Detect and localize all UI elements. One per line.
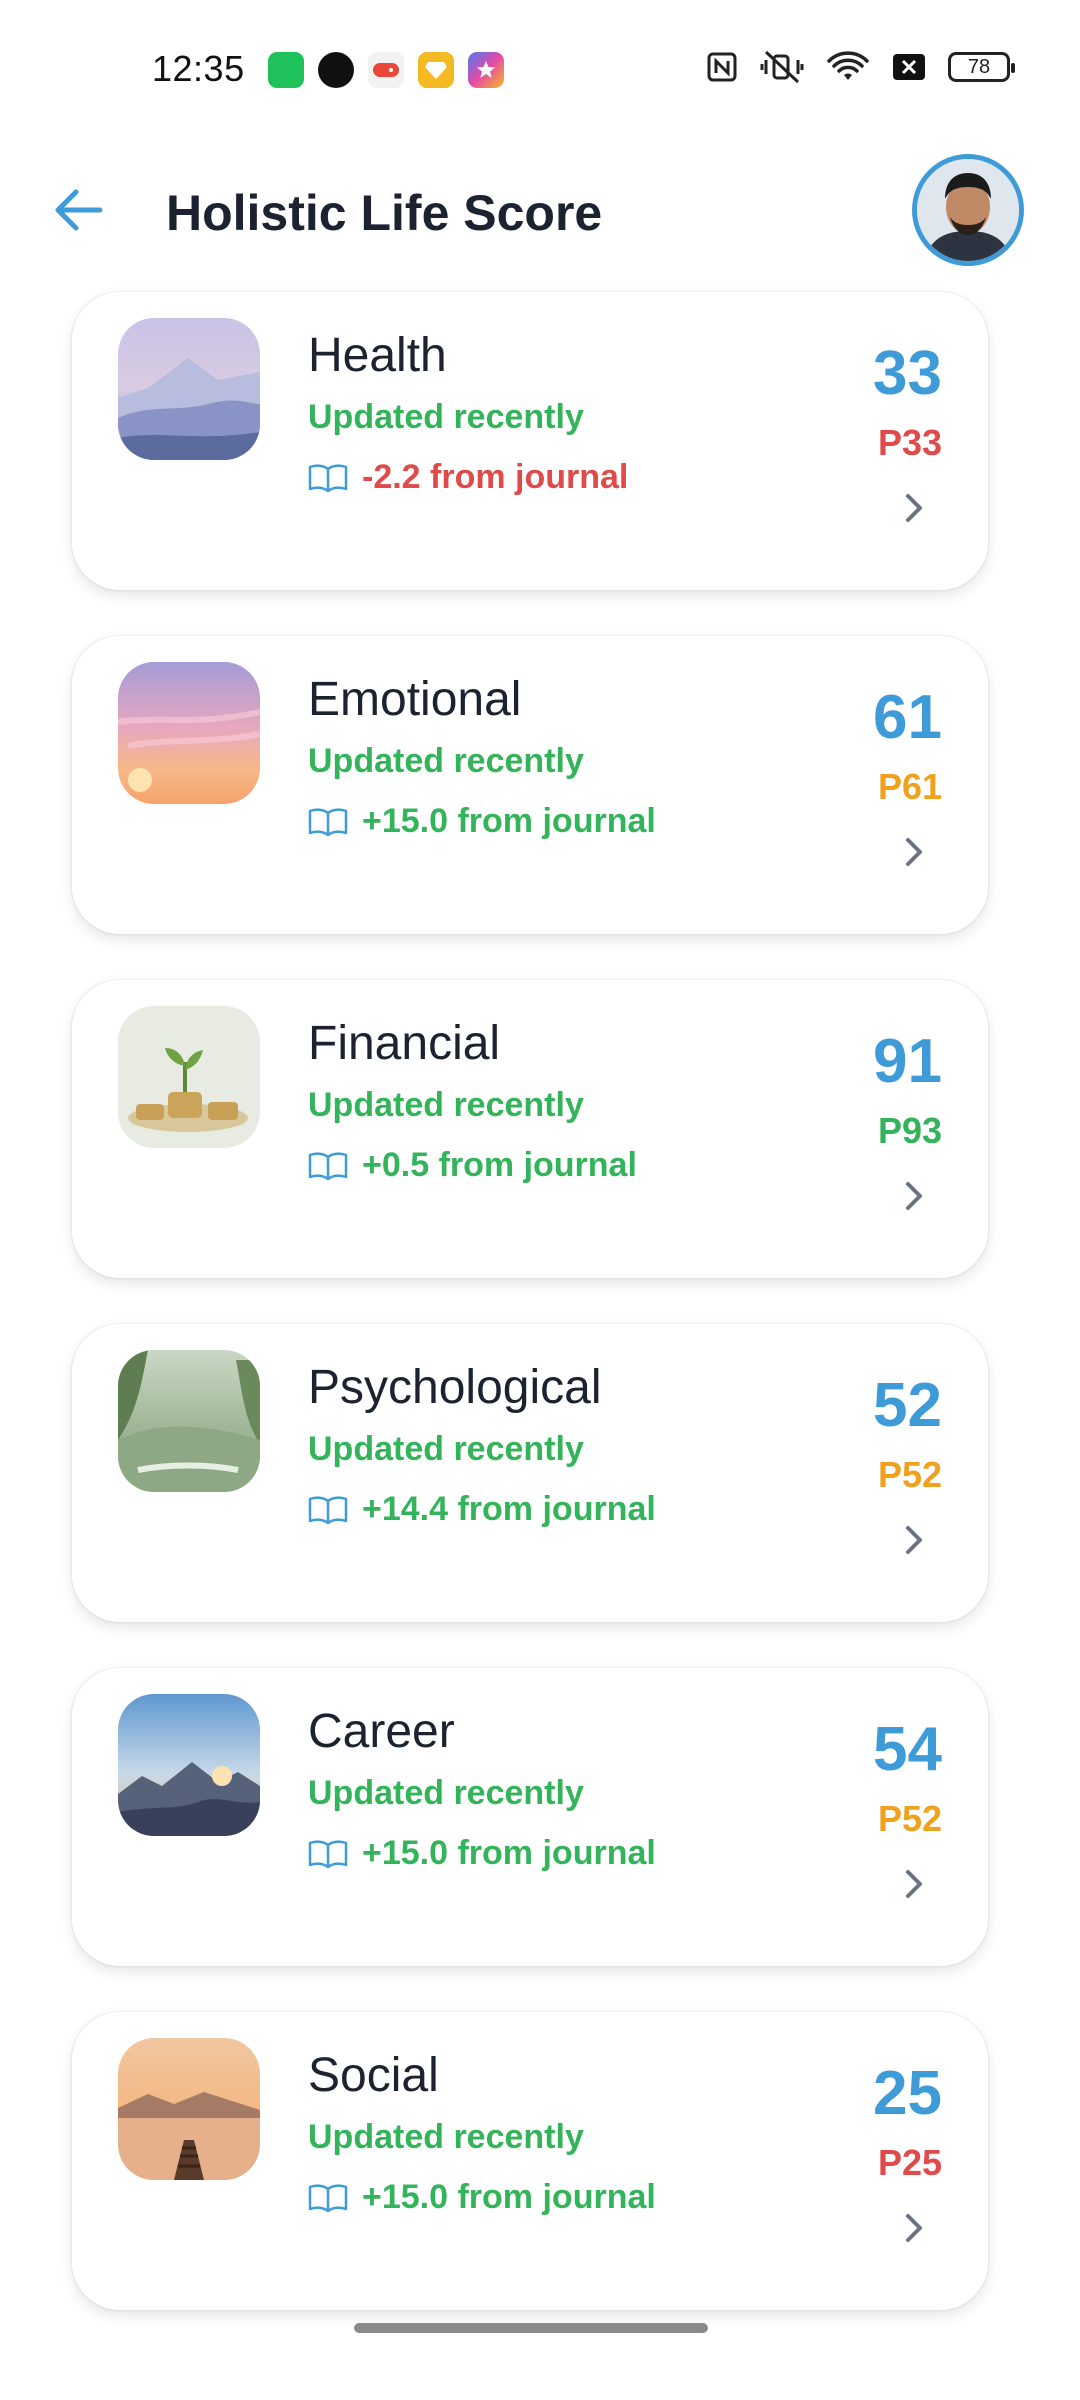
percentile-badge: P52 — [877, 1798, 942, 1839]
score-value: 54 — [873, 1715, 942, 1784]
social-thumbnail — [118, 2038, 260, 2180]
score-card-financial[interactable]: Financial Updated recently +0.5 from jou… — [72, 980, 988, 1278]
journal-delta-text: -2.2 from journal — [362, 458, 629, 496]
category-name: Health — [308, 329, 447, 382]
percentile-badge: P93 — [877, 1110, 942, 1151]
category-name: Psychological — [308, 1361, 602, 1414]
score-value: 91 — [873, 1027, 942, 1096]
percentile-badge: P52 — [877, 1454, 942, 1495]
journal-delta: +15.0 from journal — [308, 2178, 656, 2217]
score-card-emotional[interactable]: Emotional Updated recently +15.0 from jo… — [72, 636, 988, 934]
back-button[interactable] — [46, 178, 110, 242]
journal-delta: +15.0 from journal — [308, 802, 656, 841]
updated-status: Updated recently — [308, 742, 584, 780]
score-card-health[interactable]: Health Updated recently -2.2 from journa… — [72, 292, 988, 590]
chevron-right-icon — [906, 1526, 922, 1554]
battery-indicator: 78 — [948, 52, 1015, 82]
status-bar: 12:35 78 — [0, 0, 1080, 140]
chevron-right-icon — [906, 494, 922, 522]
journal-delta-text: +15.0 from journal — [362, 1834, 656, 1872]
game-notification-icon — [368, 52, 404, 88]
updated-status: Updated recently — [308, 2118, 584, 2156]
percentile-badge: P61 — [877, 766, 942, 807]
no-signal-icon — [893, 54, 925, 80]
updated-status: Updated recently — [308, 398, 584, 436]
app-notification-icon — [268, 52, 304, 88]
chevron-right-icon — [906, 2214, 922, 2242]
book-open-icon — [308, 807, 348, 836]
journal-delta-text: +14.4 from journal — [362, 1490, 656, 1528]
app-notification-icon — [418, 52, 454, 88]
book-open-icon — [308, 1495, 348, 1524]
book-open-icon — [308, 463, 348, 492]
percentile-badge: P33 — [877, 422, 942, 463]
category-name: Career — [308, 1705, 455, 1758]
score-value: 52 — [873, 1371, 942, 1440]
psychological-thumbnail — [118, 1350, 260, 1492]
score-card-psychological[interactable]: Psychological Updated recently +14.4 fro… — [72, 1324, 988, 1622]
health-thumbnail — [118, 318, 260, 460]
chevron-right-icon — [906, 1870, 922, 1898]
app-notification-icon — [318, 52, 354, 88]
mute-vibrate-icon — [760, 50, 804, 84]
emotional-thumbnail — [118, 662, 260, 804]
score-value: 33 — [873, 339, 942, 408]
profile-avatar[interactable] — [912, 154, 1024, 266]
wifi-icon — [827, 51, 869, 80]
updated-status: Updated recently — [308, 1774, 584, 1812]
journal-delta: +0.5 from journal — [308, 1146, 637, 1185]
journal-delta: +15.0 from journal — [308, 1834, 656, 1873]
page-title: Holistic Life Score — [166, 185, 603, 241]
financial-thumbnail — [118, 1006, 260, 1148]
status-system-icons: 78 — [706, 50, 1015, 84]
home-gesture-bar[interactable] — [354, 2323, 708, 2333]
updated-status: Updated recently — [308, 1086, 584, 1124]
book-open-icon — [308, 2183, 348, 2212]
category-name: Social — [308, 2049, 439, 2102]
journal-delta-text: +15.0 from journal — [362, 2178, 656, 2216]
updated-status: Updated recently — [308, 1430, 584, 1468]
app-header: Holistic Life Score — [0, 140, 1080, 290]
journal-delta: -2.2 from journal — [308, 458, 628, 497]
percentile-badge: P25 — [877, 2142, 942, 2183]
journal-delta: +14.4 from journal — [308, 1490, 656, 1529]
book-open-icon — [308, 1839, 348, 1868]
journal-delta-text: +15.0 from journal — [362, 802, 656, 840]
category-name: Emotional — [308, 673, 522, 726]
chevron-right-icon — [906, 1182, 922, 1210]
status-notification-icons — [268, 52, 504, 88]
score-card-social[interactable]: Social Updated recently +15.0 from journ… — [72, 2012, 988, 2310]
book-open-icon — [308, 1151, 348, 1180]
score-card-career[interactable]: Career Updated recently +15.0 from journ… — [72, 1668, 988, 1966]
arrow-left-icon — [55, 189, 103, 231]
status-time: 12:35 — [152, 48, 245, 89]
journal-delta-text: +0.5 from journal — [362, 1146, 637, 1184]
career-thumbnail — [118, 1694, 260, 1836]
nfc-icon — [707, 52, 737, 82]
app-notification-icon — [468, 52, 504, 88]
category-name: Financial — [308, 1017, 501, 1070]
chevron-right-icon — [906, 838, 922, 866]
user-avatar-icon — [917, 159, 1019, 261]
score-value: 25 — [873, 2059, 942, 2128]
score-value: 61 — [873, 683, 942, 752]
